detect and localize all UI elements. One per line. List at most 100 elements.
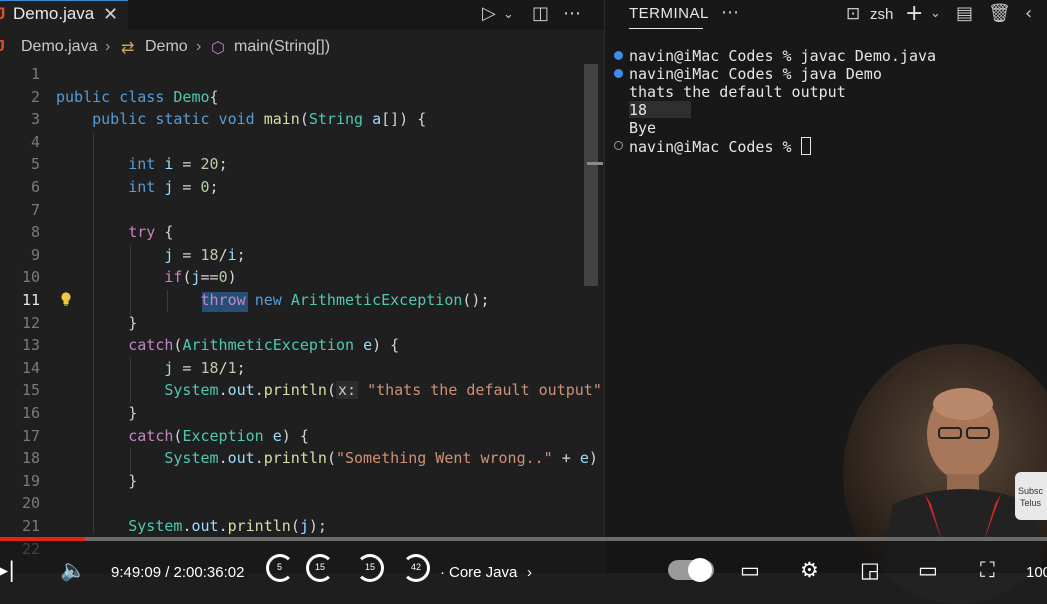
code-line[interactable]: throw new ArithmeticException(); [56, 289, 490, 311]
code-token: ArithmeticException [182, 336, 355, 355]
subscribe-card[interactable]: Subsc Telus [1015, 472, 1047, 520]
subtitles-icon[interactable]: ▭ [740, 558, 760, 582]
code-token: 20 [200, 155, 219, 174]
trash-icon[interactable]: 🗑 [988, 3, 1011, 24]
terminal-tab-title[interactable]: TERMINAL [629, 5, 709, 22]
code-line[interactable]: if(j==0) [56, 266, 236, 288]
code-token: ; [236, 358, 246, 377]
breadcrumb-method[interactable]: main(String[]) [234, 38, 330, 56]
code-line[interactable]: public static void main(String a[]) { [56, 108, 426, 130]
code-line[interactable]: } [56, 312, 137, 334]
shell-name[interactable]: zsh [870, 6, 893, 23]
code-token: ) [588, 449, 598, 468]
code-line[interactable]: int i = 20; [56, 153, 228, 175]
miniplayer-icon[interactable]: ◲ [860, 558, 880, 582]
code-token: println [263, 449, 327, 468]
fullscreen-icon[interactable]: ⛶ [980, 558, 995, 583]
autoplay-toggle[interactable] [668, 558, 714, 582]
line-number: 14 [21, 358, 40, 377]
chevron-down-icon[interactable]: ⌄ [930, 6, 941, 21]
code-line[interactable]: j = 18/i; [56, 244, 245, 266]
code-line[interactable]: System.out.println("Something Went wrong… [56, 447, 598, 469]
code-line[interactable]: System.out.println(x: "thats the default… [56, 379, 602, 401]
chevron-down-icon[interactable]: ⌄ [503, 7, 514, 22]
video-progress-track[interactable] [0, 537, 1047, 541]
video-progress-fill[interactable] [0, 537, 85, 541]
terminal-cursor[interactable] [800, 137, 811, 155]
terminal-text: 18 [629, 101, 648, 119]
command-status-dot[interactable] [614, 69, 623, 78]
code-token: ) { [372, 336, 400, 355]
code-line[interactable]: catch(Exception e) { [56, 425, 309, 447]
terminal-shell-icon[interactable]: ⊡ [846, 4, 860, 24]
method-icon: ⬡ [211, 40, 225, 57]
code-line[interactable]: System.out.println(j); [56, 515, 327, 537]
terminal-text: navin@iMac Codes % java Demo [629, 65, 882, 83]
new-terminal-icon[interactable]: + [905, 1, 923, 26]
scrollbar-marker [587, 162, 603, 165]
close-icon[interactable]: ✕ [103, 4, 118, 25]
chevron-right-icon: › [105, 38, 111, 55]
code-token: / [218, 245, 228, 264]
line-number: 5 [30, 155, 40, 174]
code-token: out [227, 449, 255, 468]
line-number: 12 [21, 313, 40, 332]
code-token: == [200, 268, 219, 287]
chevron-left-icon[interactable]: ‹ [1025, 3, 1032, 24]
line-number: 13 [21, 336, 40, 355]
code-line[interactable]: catch(ArithmeticException e) { [56, 334, 399, 356]
code-line[interactable]: } [56, 402, 137, 424]
tab-demo-java[interactable]: J Demo.java ✕ [0, 0, 128, 30]
lightbulb-icon[interactable] [60, 292, 72, 306]
code-line[interactable]: public class Demo{ [56, 86, 219, 108]
breadcrumb-class[interactable]: Demo [145, 38, 188, 56]
more-actions-icon[interactable]: ⋯ [563, 3, 581, 24]
line-number: 2 [30, 87, 40, 106]
code-token: . [254, 449, 264, 468]
code-token: Demo [173, 87, 210, 106]
more-icon[interactable]: ⋯ [721, 2, 739, 23]
run-icon[interactable]: ▷ [482, 3, 496, 24]
editor-scrollbar[interactable] [584, 64, 598, 286]
code-token: = [173, 358, 201, 377]
terminal-line: Bye [629, 119, 656, 137]
volume-icon[interactable]: 🔈 [60, 558, 86, 583]
code-token: ; [218, 155, 228, 174]
next-icon[interactable]: ▶| [0, 558, 15, 582]
code-token: new [254, 291, 291, 309]
code-line[interactable]: int j = 0; [56, 176, 218, 198]
code-token: / [218, 358, 228, 377]
theater-mode-icon[interactable]: ▭ [918, 558, 938, 582]
breadcrumb-file[interactable]: Demo.java [21, 38, 97, 56]
code-token: System [128, 517, 183, 535]
split-editor-icon[interactable]: ◫ [532, 3, 549, 24]
terminal-text: navin@iMac Codes % [629, 138, 801, 156]
line-number: 8 [30, 223, 40, 242]
code-token: int [128, 155, 165, 174]
code-line[interactable]: try { [56, 221, 173, 243]
command-status-dot[interactable] [614, 141, 623, 150]
code-token: ) { [281, 426, 309, 445]
settings-icon[interactable]: ⚙ [800, 558, 819, 582]
code-token: ArithmeticException [290, 291, 463, 309]
line-number: 7 [30, 200, 40, 219]
code-line[interactable]: j = 18/1; [56, 357, 246, 379]
line-number: 9 [30, 245, 40, 264]
line-number: 4 [30, 132, 40, 151]
code-token: (); [462, 291, 490, 309]
code-editor[interactable]: J Demo.java ✕ ▷ ⌄ ◫ ⋯ J Demo.java › ⇄ De… [0, 0, 604, 573]
code-token: ( [290, 517, 300, 535]
command-status-dot[interactable] [614, 51, 623, 60]
code-token: ( [326, 381, 336, 400]
code-token: ( [299, 110, 309, 129]
split-terminal-icon[interactable]: ▤ [956, 3, 973, 24]
code-line[interactable]: } [56, 470, 137, 492]
code-token: "Something Went wrong.." [335, 449, 553, 468]
